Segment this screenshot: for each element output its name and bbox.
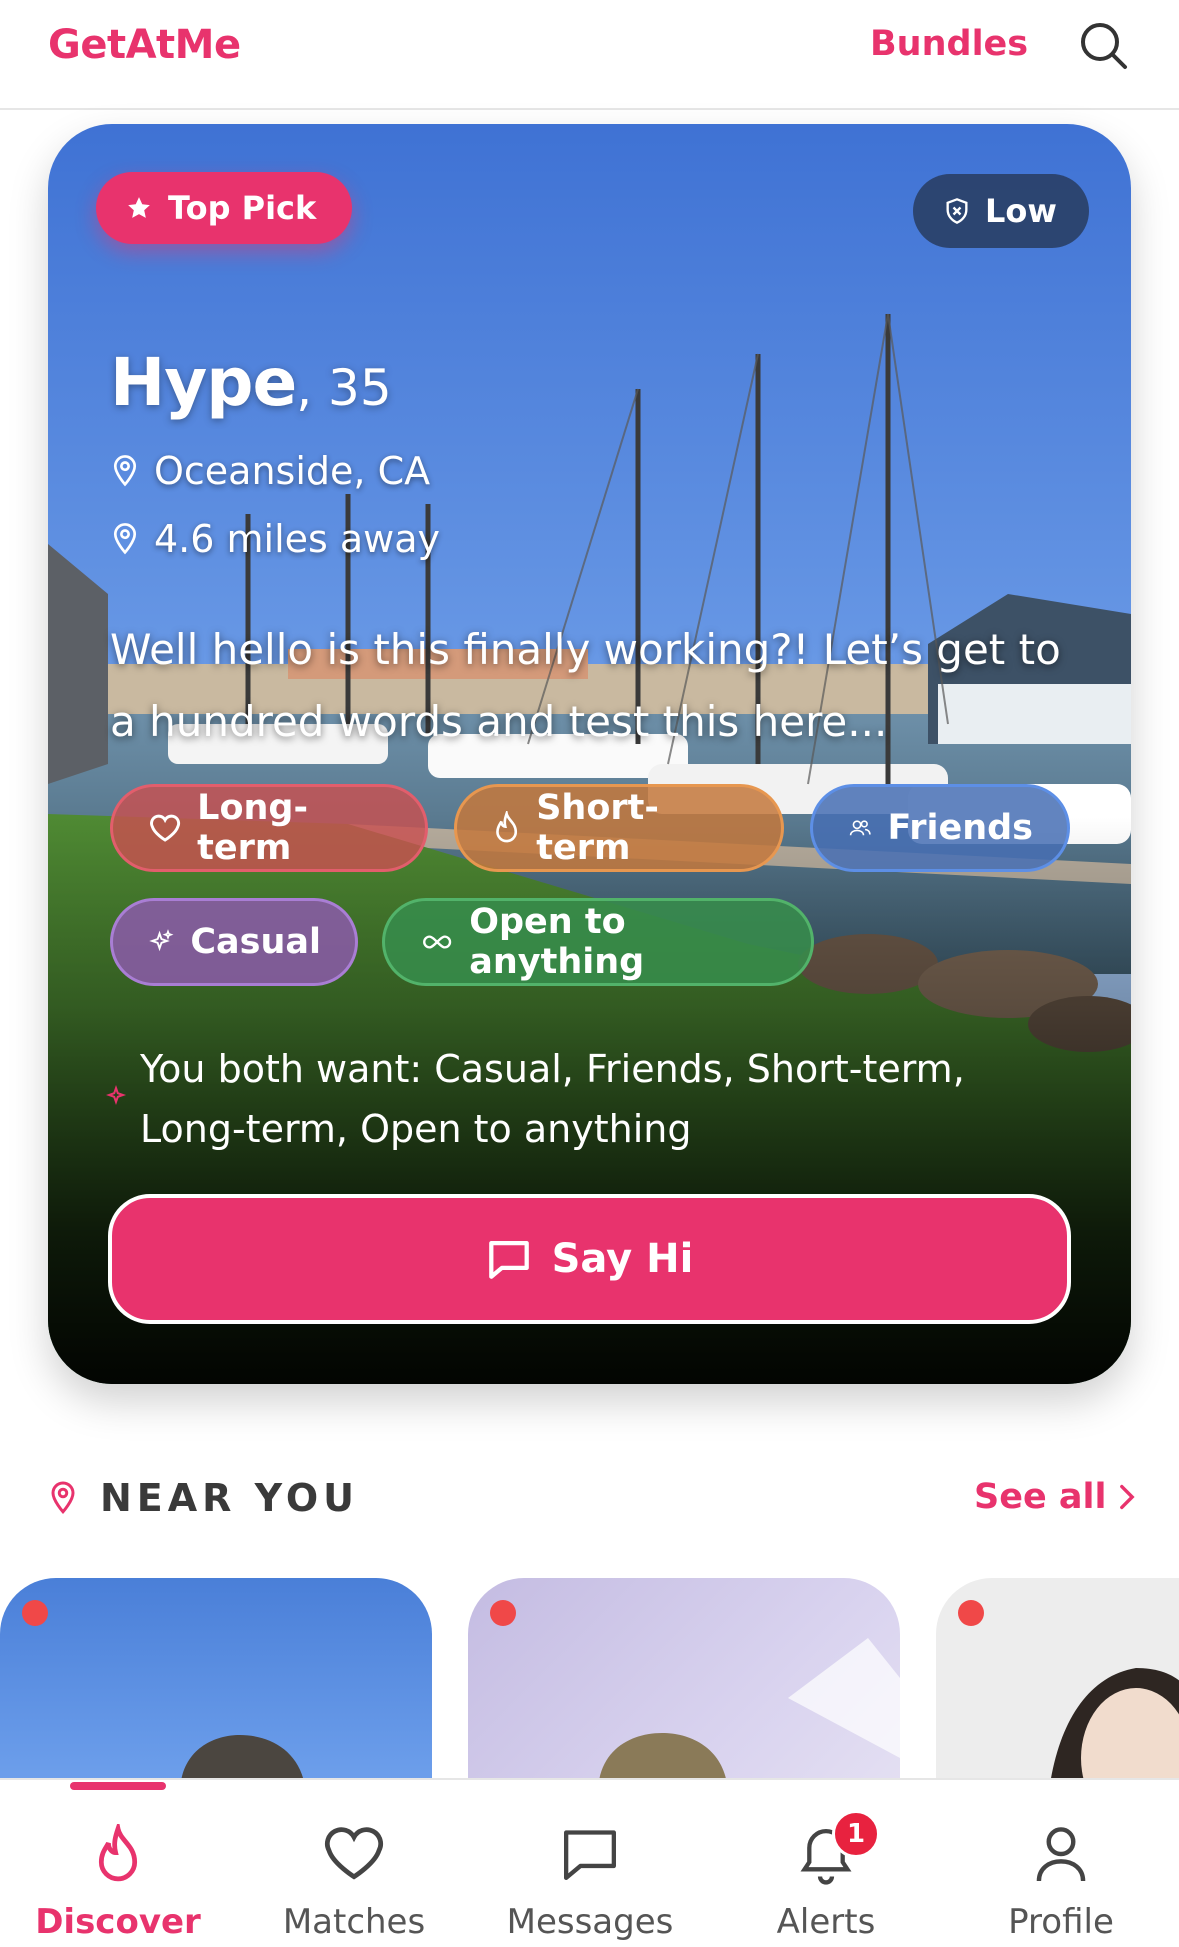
infinity-icon: [423, 935, 452, 949]
app-logo[interactable]: GetAtMe: [48, 22, 241, 68]
near-you-header: NEAR YOU: [48, 1476, 359, 1520]
tag-casual: Casual: [110, 898, 358, 986]
nav-alerts[interactable]: 1 Alerts: [708, 1780, 944, 1947]
location-pin-icon: [51, 1481, 75, 1515]
profile-distance: 4.6 miles away: [110, 517, 440, 561]
flame-icon: [496, 811, 518, 843]
tag-long-term: Long-term: [110, 784, 428, 872]
shared-intentions-text: You both want: Casual, Friends, Short-te…: [140, 1047, 965, 1151]
profile-bio: Well hello is this finally working?! Let…: [110, 625, 1061, 746]
shield-icon: [946, 198, 968, 224]
tag-open-to-anything: Open to anything: [382, 898, 814, 986]
safety-level-label: Low: [985, 192, 1057, 230]
alerts-count-badge: 1: [832, 1810, 880, 1858]
message-icon: [488, 1240, 529, 1279]
heart-icon: [324, 1827, 384, 1880]
say-hi-button[interactable]: Say Hi: [108, 1194, 1071, 1324]
flame-icon: [98, 1819, 138, 1882]
top-pick-badge: Top Pick: [96, 172, 353, 244]
profile-name: Hype: [110, 344, 297, 421]
tag-short-term: Short-term: [454, 784, 784, 872]
bottom-navigation: Discover Matches Messages 1 Alerts Profi…: [0, 1778, 1179, 1947]
nav-profile[interactable]: Profile: [943, 1780, 1179, 1947]
chevron-right-icon: [1120, 1484, 1136, 1510]
star-icon: [128, 197, 150, 218]
profile-name-age: Hype, 35: [110, 344, 392, 421]
app-header: GetAtMe Bundles: [0, 0, 1179, 110]
near-you-title: NEAR YOU: [100, 1476, 359, 1520]
see-all-link[interactable]: See all: [974, 1477, 1136, 1517]
sparkles-icon: [149, 929, 174, 952]
message-icon: [564, 1830, 616, 1880]
safety-level-badge[interactable]: Low: [913, 174, 1089, 248]
top-pick-label: Top Pick: [168, 189, 317, 227]
search-button[interactable]: [1076, 18, 1132, 74]
user-icon: [1036, 1827, 1086, 1882]
nav-discover[interactable]: Discover: [0, 1780, 236, 1947]
nav-matches[interactable]: Matches: [236, 1780, 472, 1947]
tag-friends: Friends: [810, 784, 1070, 872]
featured-profile-card[interactable]: Top Pick Low Hype, 35 Oceanside, CA 4.6 …: [48, 124, 1131, 1384]
nav-messages[interactable]: Messages: [472, 1780, 708, 1947]
location-pin-icon: [113, 455, 137, 487]
sparkle-icon: [106, 1084, 127, 1106]
heart-icon: [150, 814, 181, 842]
profile-age: , 35: [296, 359, 392, 417]
location-pin-icon: [113, 523, 137, 555]
profile-location: Oceanside, CA: [110, 449, 430, 493]
bundles-link[interactable]: Bundles: [870, 24, 1028, 64]
search-icon: [1081, 23, 1127, 69]
users-icon: [849, 820, 871, 836]
